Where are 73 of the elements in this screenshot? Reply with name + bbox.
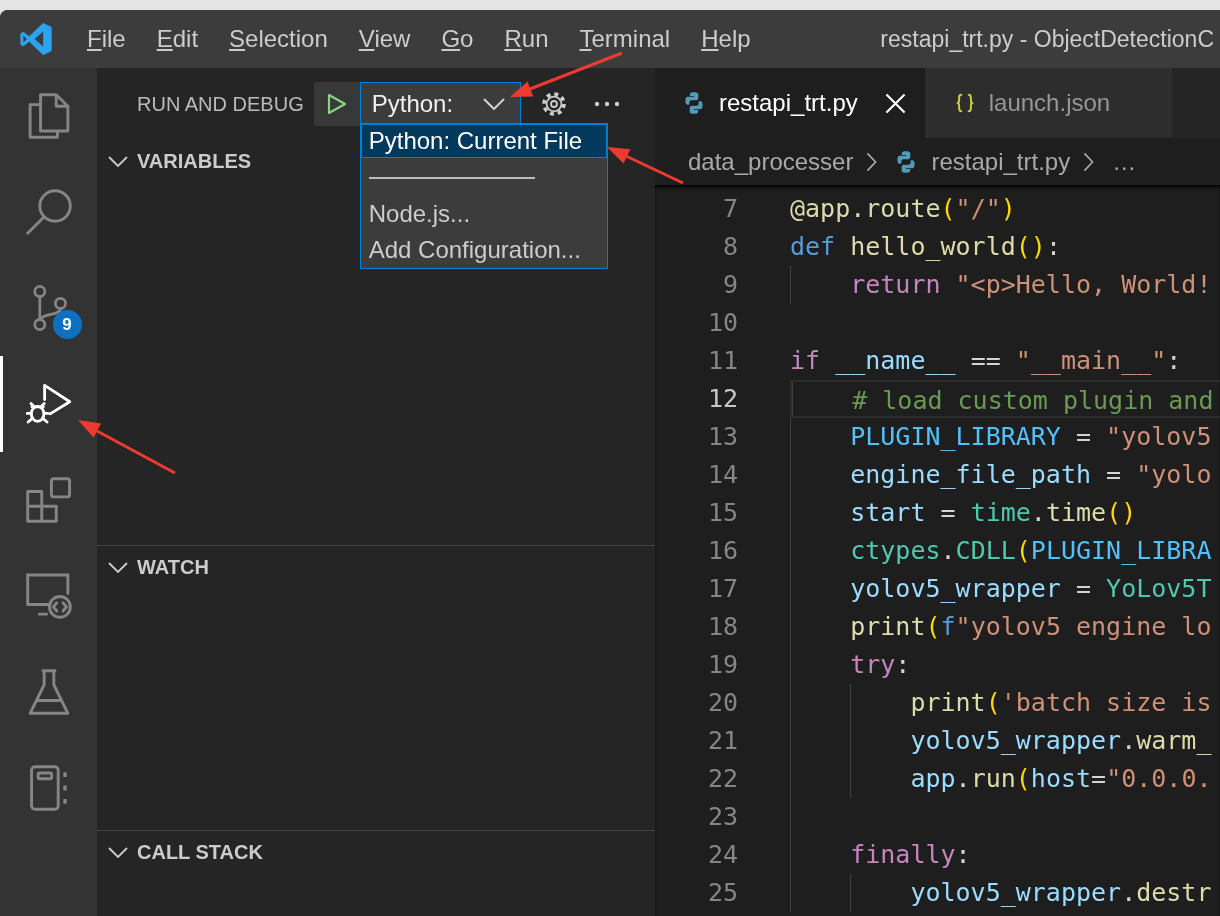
python-file-icon bbox=[895, 150, 918, 173]
activity-tab[interactable]: 9 bbox=[0, 260, 97, 356]
line-number: 14 bbox=[706, 459, 738, 491]
braces-icon bbox=[954, 92, 975, 114]
play-icon[interactable] bbox=[326, 93, 347, 115]
code-line: @app.route("/") bbox=[790, 193, 1016, 225]
dropdown-option[interactable]: Python: Current File bbox=[360, 124, 607, 158]
python-file-icon bbox=[683, 92, 705, 114]
dropdown-option[interactable]: Node.js... bbox=[360, 196, 607, 232]
code-line: app.run(host="0.0.0. bbox=[910, 763, 1212, 795]
code-line: try: bbox=[850, 649, 911, 681]
search-icon[interactable] bbox=[25, 189, 72, 235]
code-line: start = time.time() bbox=[850, 497, 1137, 529]
code-line: if __name__ == "__main__": bbox=[790, 345, 1182, 377]
line-number: 23 bbox=[706, 801, 738, 833]
menu-item[interactable]: Edit bbox=[156, 24, 199, 54]
line-number: 7 bbox=[721, 193, 738, 225]
line-number: 18 bbox=[706, 611, 738, 643]
dropdown-option[interactable]: Add Configuration... bbox=[360, 232, 607, 268]
code-line: return "<p>Hello, World! bbox=[850, 269, 1212, 301]
editor-tab[interactable]: restapi_trt.py bbox=[655, 68, 925, 138]
code-line: PLUGIN_LIBRARY = "yolov5 bbox=[850, 421, 1212, 453]
line-number: 8 bbox=[721, 231, 738, 263]
more-icon[interactable] bbox=[593, 101, 620, 107]
line-number: 13 bbox=[706, 421, 738, 453]
code-line: engine_file_path = "yolo bbox=[850, 459, 1212, 491]
section-header[interactable]: CALL STACK bbox=[97, 831, 655, 873]
line-number: 9 bbox=[721, 269, 738, 301]
breadcrumb-item[interactable]: … bbox=[1112, 147, 1137, 176]
code-line: yolov5_wrapper.warm_ bbox=[910, 725, 1212, 757]
line-number: 19 bbox=[706, 649, 738, 681]
line-number: 15 bbox=[706, 497, 738, 529]
breadcrumb-item[interactable]: data_processer bbox=[688, 147, 854, 176]
monitor-icon[interactable] bbox=[25, 573, 72, 619]
config-select[interactable]: Python: bbox=[359, 82, 521, 126]
extensions-icon[interactable] bbox=[25, 477, 72, 523]
line-number: 11 bbox=[706, 345, 738, 377]
menu-item[interactable]: File bbox=[87, 24, 126, 54]
line-number: 20 bbox=[706, 687, 738, 719]
menu-item[interactable]: Terminal bbox=[579, 24, 671, 54]
menu-item[interactable]: Selection bbox=[229, 24, 328, 54]
chevron-right-icon bbox=[1083, 151, 1095, 172]
code-line: yolov5_wrapper = YoLov5T bbox=[850, 573, 1212, 605]
code-line: # load custom plugin and bbox=[852, 385, 1214, 416]
settings-icon[interactable] bbox=[540, 91, 567, 117]
logo-icon bbox=[20, 23, 52, 55]
editor-tab[interactable]: launch.json bbox=[924, 68, 1173, 138]
line-number: 25 bbox=[706, 877, 738, 909]
menu-item[interactable]: Help bbox=[701, 24, 751, 54]
code-line: print('batch size is bbox=[910, 687, 1212, 719]
code-line: yolov5_wrapper.destr bbox=[910, 877, 1212, 909]
code-line: def hello_world(): bbox=[790, 231, 1061, 263]
count-badge: 9 bbox=[52, 310, 82, 339]
breadcrumb-item[interactable]: restapi_trt.py bbox=[895, 147, 1071, 176]
menu-item[interactable]: View bbox=[358, 24, 411, 54]
section-header[interactable]: WATCH bbox=[97, 546, 655, 588]
line-number: 22 bbox=[706, 763, 738, 795]
line-number: 10 bbox=[706, 307, 738, 339]
sidebar-title: RUN AND DEBUG bbox=[137, 92, 304, 116]
code-line: finally: bbox=[850, 839, 971, 871]
line-number: 16 bbox=[706, 535, 738, 567]
menu-item[interactable]: Go bbox=[441, 24, 474, 54]
line-number: 24 bbox=[706, 839, 738, 871]
caret-icon bbox=[482, 98, 505, 110]
chevron-right-icon bbox=[866, 151, 878, 172]
code-line: ctypes.CDLL(PLUGIN_LIBRA bbox=[850, 535, 1212, 567]
line-number: 17 bbox=[706, 573, 738, 605]
code-line: print(f"yolov5 engine lo bbox=[850, 611, 1212, 643]
close-icon[interactable] bbox=[884, 92, 906, 114]
menu-item[interactable]: Run bbox=[504, 24, 549, 54]
line-number: 21 bbox=[706, 725, 738, 757]
line-number: 12 bbox=[706, 383, 738, 415]
window-title: restapi_trt.py - ObjectDetectionC bbox=[880, 25, 1215, 53]
